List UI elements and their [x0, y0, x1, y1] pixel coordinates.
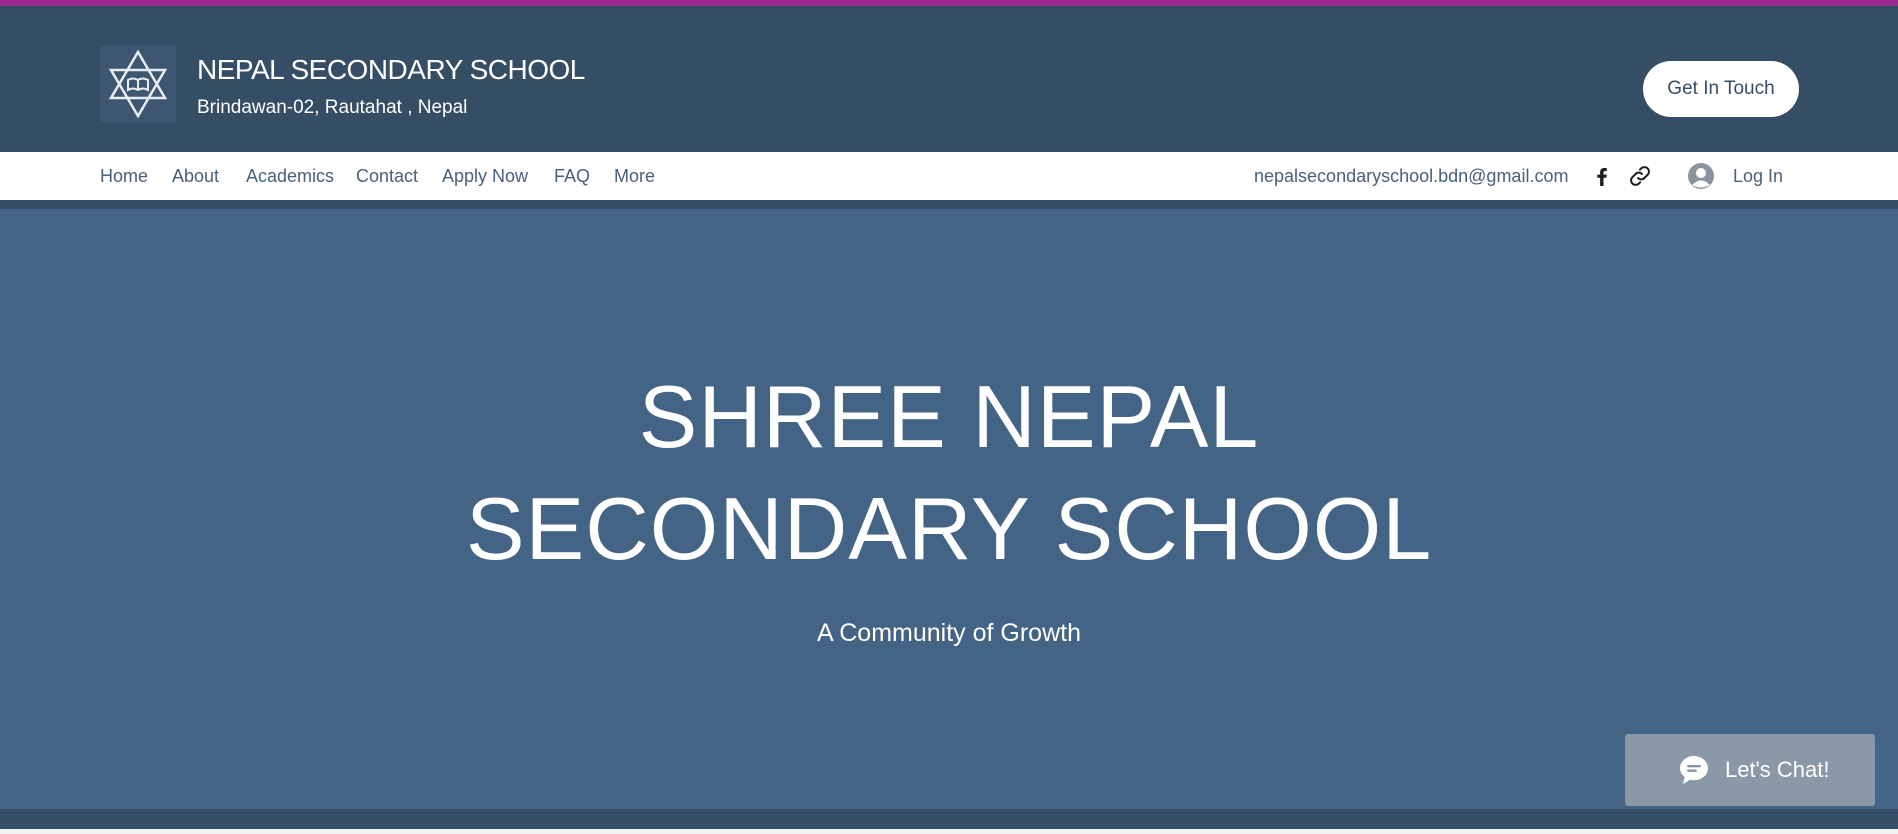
nav-item-contact[interactable]: Contact — [356, 166, 418, 187]
user-avatar-icon[interactable] — [1687, 162, 1715, 190]
nav-item-about[interactable]: About — [172, 166, 219, 187]
chat-label: Let's Chat! — [1725, 757, 1830, 782]
nav-item-home[interactable]: Home — [100, 166, 148, 187]
chat-bubble-icon — [1680, 756, 1708, 784]
school-logo[interactable] — [100, 46, 176, 122]
facebook-icon[interactable] — [1590, 164, 1614, 188]
hero-title-line-2: SECONDARY SCHOOL — [465, 479, 1433, 578]
main-nav: Home About Academics Contact Apply Now F… — [0, 152, 1898, 200]
get-in-touch-button[interactable]: Get In Touch — [1643, 61, 1799, 117]
chat-widget-button[interactable]: Let's Chat! — [1625, 734, 1875, 806]
link-icon[interactable] — [1628, 164, 1652, 188]
hero-subtitle: A Community of Growth — [817, 619, 1081, 647]
hero-title-line-1: SHREE NEPAL — [638, 367, 1260, 466]
site-name[interactable]: NEPAL SECONDARY SCHOOL — [197, 54, 585, 86]
nav-divider — [0, 200, 1898, 209]
nav-item-faq[interactable]: FAQ — [554, 166, 590, 187]
site-header: NEPAL SECONDARY SCHOOL Brindawan-02, Rau… — [0, 6, 1898, 152]
section-divider — [0, 809, 1898, 829]
login-link[interactable]: Log In — [1733, 166, 1783, 187]
contact-email-link[interactable]: nepalsecondaryschool.bdn@gmail.com — [1254, 166, 1568, 187]
nav-item-more[interactable]: More — [614, 166, 655, 187]
hero-title: SHREE NEPAL SECONDARY SCHOOL — [0, 361, 1898, 585]
nav-item-apply-now[interactable]: Apply Now — [442, 166, 528, 187]
hero-section: SHREE NEPAL SECONDARY SCHOOL A Community… — [0, 209, 1898, 809]
nav-item-academics[interactable]: Academics — [246, 166, 334, 187]
star-of-david-book-icon — [108, 49, 168, 119]
site-address: Brindawan-02, Rautahat , Nepal — [197, 97, 468, 118]
